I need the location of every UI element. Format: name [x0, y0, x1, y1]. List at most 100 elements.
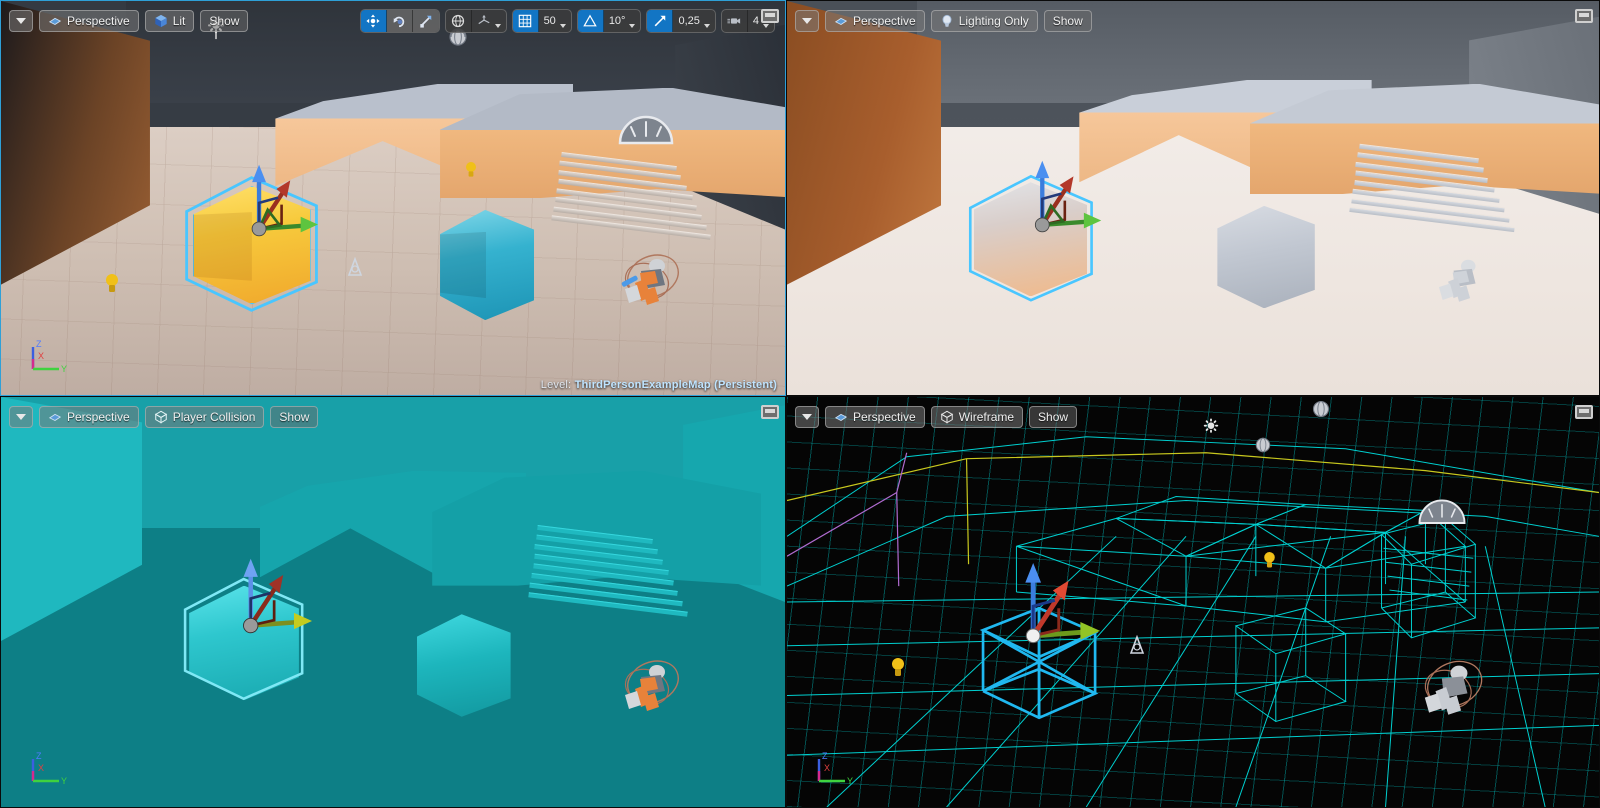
viewport-lit[interactable]: Level: ThirdPersonExampleMap (Persistent… — [0, 0, 786, 396]
view-mode-button[interactable]: Lit — [144, 10, 195, 32]
viewport-options-menu[interactable] — [795, 406, 819, 428]
rotation-snap-toggle[interactable] — [577, 10, 604, 32]
axis-label-z: Z — [36, 751, 42, 761]
perspective-icon — [48, 17, 62, 26]
point-light-icon[interactable] — [464, 161, 478, 179]
axis-label-x: X — [38, 351, 44, 361]
scale-mode-button[interactable] — [412, 10, 439, 32]
point-light-icon-2[interactable] — [889, 657, 907, 679]
move-arrows-icon — [366, 14, 380, 28]
collision-stairs[interactable] — [528, 525, 691, 622]
blue-cube-actor[interactable] — [440, 209, 535, 321]
lighting-only-icon — [942, 14, 952, 27]
third-person-character[interactable] — [1412, 655, 1487, 719]
maximize-viewport-icon[interactable] — [761, 9, 779, 23]
viewport-wireframe-toolbar[interactable]: Perspective Wireframe Show — [787, 397, 1599, 431]
transform-mode-group[interactable] — [359, 9, 440, 33]
viewport-player-collision-toolbar[interactable]: Perspective Player Collision Show — [1, 397, 785, 431]
viewport-options-menu[interactable] — [9, 10, 33, 32]
reflection-sphere-icon[interactable] — [1254, 436, 1272, 454]
wireframe-geometry — [787, 436, 1599, 807]
axis-label-x: X — [38, 763, 44, 773]
wireframe-selected-cube[interactable] — [966, 586, 1112, 725]
snap-settings-group[interactable] — [444, 9, 507, 33]
axis-label-y: Y — [847, 776, 853, 786]
viewport-options-caret-icon — [802, 18, 812, 24]
player-start-arrow-icon[interactable] — [616, 111, 676, 145]
show-menu-button[interactable]: Show — [270, 406, 319, 428]
camera-speed-button[interactable] — [722, 10, 748, 32]
grid-snap-toggle[interactable] — [512, 10, 539, 32]
move-mode-button[interactable] — [360, 10, 387, 32]
selected-cube-actor[interactable] — [968, 174, 1093, 302]
show-menu-button[interactable]: Show — [200, 10, 249, 32]
blue-cube-actor[interactable] — [1217, 205, 1315, 309]
wireframe-volume-purple — [787, 452, 908, 587]
rotation-snap-value[interactable]: 10° — [604, 10, 641, 32]
rotate-mode-button[interactable] — [386, 10, 413, 32]
third-person-character[interactable] — [613, 249, 683, 309]
collision-blue-cube[interactable] — [416, 614, 511, 717]
viewport-transform-toolbar[interactable]: 50 10° 0,25 4 — [359, 9, 779, 33]
third-person-character[interactable] — [1428, 249, 1492, 307]
viewport-options-caret-icon — [16, 414, 26, 420]
viewport-lit-toolbar[interactable]: Perspective Lit Show 50 10° 0,25 4 — [1, 1, 785, 35]
viewport-player-collision-scene[interactable]: Z X Y — [1, 397, 785, 807]
view-mode-button[interactable]: Lighting Only — [930, 10, 1038, 32]
scale-snap-value-label: 0,25 — [678, 15, 700, 27]
point-light-icon[interactable] — [1262, 551, 1277, 570]
viewport-player-collision[interactable]: Z X Y Perspective Player Collision Show — [0, 396, 786, 808]
camera-icon — [727, 18, 741, 24]
collision-selected-cube[interactable] — [184, 577, 304, 701]
perspective-icon — [48, 413, 62, 422]
scale-snap-group[interactable]: 0,25 — [646, 9, 716, 33]
view-mode-label: Player Collision — [172, 410, 256, 424]
camera-label: Perspective — [853, 14, 916, 28]
viewport-options-menu[interactable] — [795, 10, 819, 32]
player-start-arrow-icon[interactable] — [1416, 495, 1468, 525]
viewport-options-caret-icon — [16, 18, 26, 24]
camera-label: Perspective — [67, 14, 130, 28]
viewport-lighting-only-scene[interactable] — [787, 1, 1599, 395]
coordinate-system-button[interactable] — [446, 10, 472, 32]
show-menu-button[interactable]: Show — [1043, 10, 1092, 32]
reflection-capture-icon[interactable] — [346, 257, 364, 277]
stairs-geometry[interactable] — [551, 151, 715, 246]
scale-snap-toggle[interactable] — [647, 10, 674, 32]
stairs-geometry[interactable] — [1349, 143, 1517, 238]
player-collision-icon — [154, 410, 167, 424]
view-mode-button[interactable]: Wireframe — [930, 406, 1024, 428]
camera-type-button[interactable]: Perspective — [825, 406, 925, 428]
scale-icon — [419, 15, 431, 28]
wireframe-volume-yellow — [787, 452, 1599, 565]
maximize-viewport-icon[interactable] — [1575, 405, 1593, 419]
viewport-lighting-only-toolbar[interactable]: Perspective Lighting Only Show — [787, 1, 1599, 35]
scale-snap-value[interactable]: 0,25 — [673, 10, 714, 32]
axis-label-z: Z — [36, 339, 42, 349]
grid-snap-group[interactable]: 50 — [511, 9, 572, 33]
viewport-lit-scene[interactable]: Level: ThirdPersonExampleMap (Persistent… — [1, 1, 785, 395]
view-mode-label: Lit — [172, 14, 186, 28]
grid-snap-value[interactable]: 50 — [539, 10, 571, 32]
rotation-snap-group[interactable]: 10° — [576, 9, 642, 33]
third-person-character[interactable] — [613, 655, 683, 715]
camera-type-button[interactable]: Perspective — [825, 10, 925, 32]
axis-indicator: Z X Y — [31, 339, 67, 374]
view-mode-button[interactable]: Player Collision — [144, 406, 265, 428]
camera-type-button[interactable]: Perspective — [39, 406, 139, 428]
maximize-viewport-icon[interactable] — [761, 405, 779, 419]
camera-label: Perspective — [853, 410, 916, 424]
show-menu-button[interactable]: Show — [1029, 406, 1078, 428]
viewport-wireframe-scene[interactable]: Z X Y — [787, 397, 1599, 807]
selected-cube-actor[interactable] — [185, 176, 319, 312]
point-light-icon-2[interactable] — [103, 273, 121, 295]
reflection-capture-icon[interactable] — [1128, 634, 1146, 655]
maximize-viewport-icon[interactable] — [1575, 9, 1593, 23]
viewport-lighting-only[interactable]: Perspective Lighting Only Show — [786, 0, 1600, 396]
viewport-options-menu[interactable] — [9, 406, 33, 428]
axis-label-y: Y — [61, 776, 67, 786]
viewport-wireframe[interactable]: Z X Y Perspective Wireframe Show — [786, 396, 1600, 808]
camera-type-button[interactable]: Perspective — [39, 10, 139, 32]
surface-snap-button[interactable] — [472, 10, 506, 32]
rotation-snap-value-label: 10° — [608, 15, 626, 27]
